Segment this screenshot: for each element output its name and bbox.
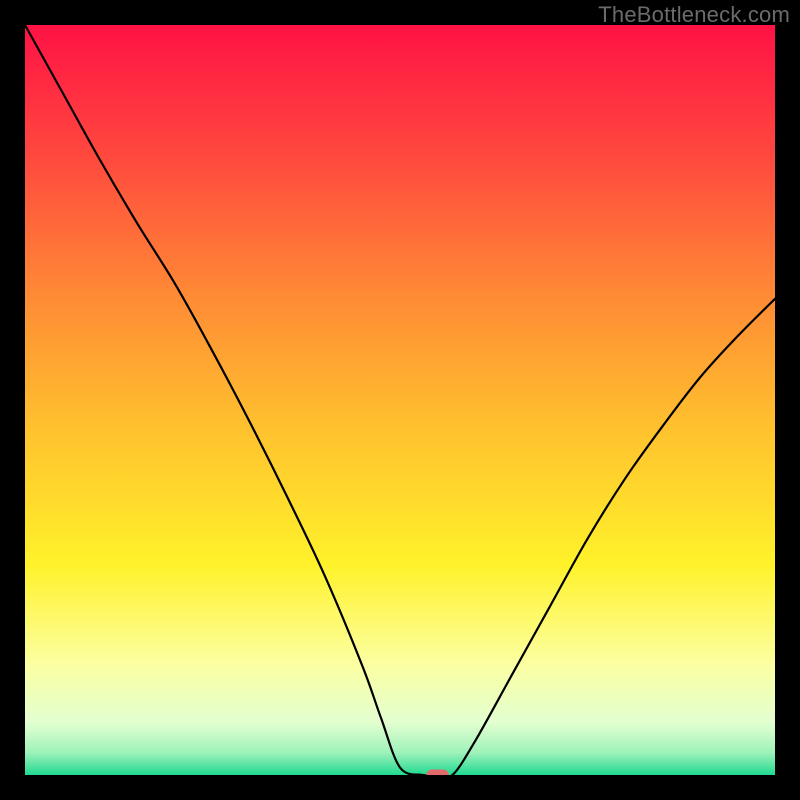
watermark-label: TheBottleneck.com bbox=[598, 2, 790, 28]
chart-frame: TheBottleneck.com bbox=[0, 0, 800, 800]
spectrum-background bbox=[25, 25, 775, 775]
bottleneck-curve-plot bbox=[0, 0, 800, 800]
optimal-marker bbox=[427, 770, 449, 781]
